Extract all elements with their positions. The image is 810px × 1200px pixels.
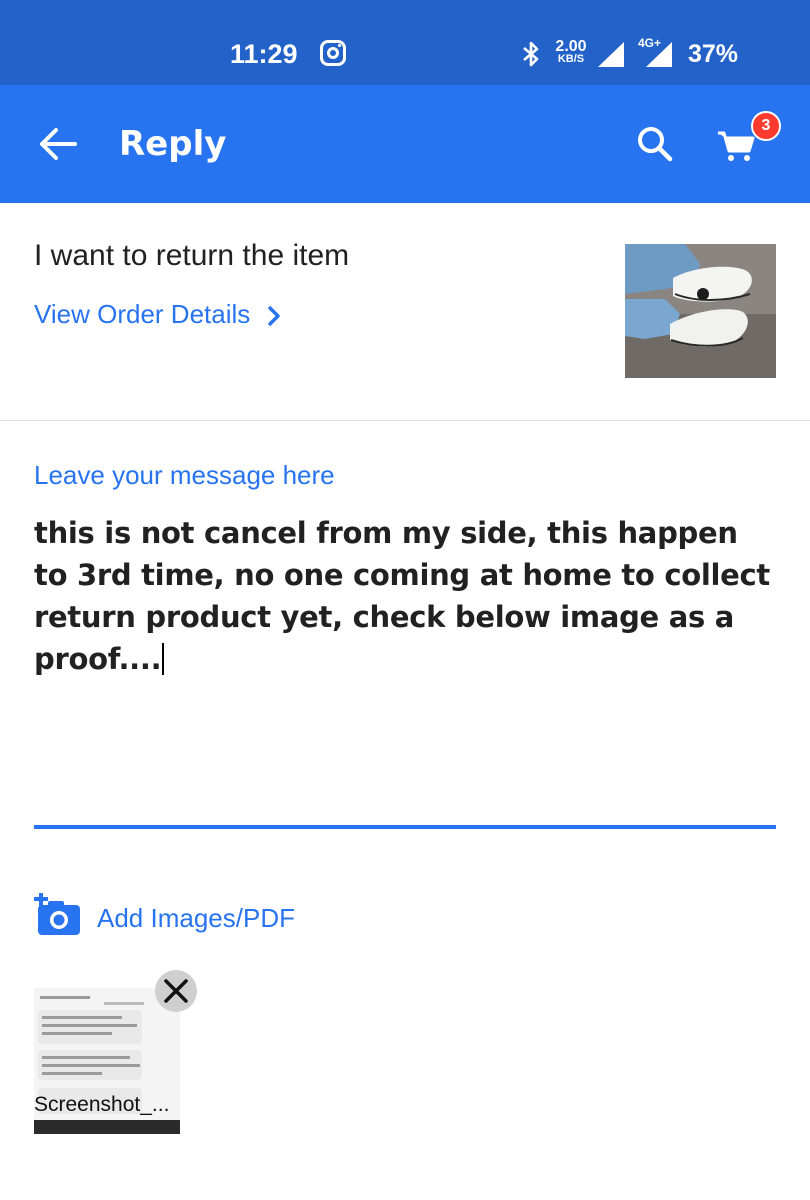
signal-icon: [598, 42, 624, 67]
thumbnail-detail: [42, 1032, 112, 1035]
thumbnail-detail: [42, 1056, 130, 1059]
add-photo-icon: [34, 893, 80, 935]
search-icon[interactable]: [636, 125, 674, 163]
remove-attachment-button[interactable]: [155, 970, 197, 1012]
order-issue-title: I want to return the item: [34, 239, 350, 272]
page-title: Reply: [119, 124, 227, 164]
message-field-label: Leave your message here: [34, 460, 335, 490]
message-input-underline: [34, 825, 776, 829]
chevron-right-icon: [267, 305, 280, 327]
thumbnail-detail: [40, 996, 90, 999]
attachment-filename: Screenshot_...: [34, 1093, 170, 1116]
thumbnail-detail: [104, 1002, 144, 1005]
instagram-icon: [320, 40, 346, 66]
order-summary: I want to return the item View Order Det…: [0, 203, 810, 421]
network-speed: 2.00 KB/S: [551, 38, 591, 66]
message-text: this is not cancel from my side, this ha…: [34, 516, 770, 676]
bluetooth-icon: [523, 41, 539, 67]
battery-level: 37%: [688, 40, 739, 68]
status-bar: 11:29 2.00 KB/S 4G+ 37%: [0, 0, 810, 85]
text-cursor: [162, 643, 165, 675]
thumbnail-nav-bar: [34, 1120, 180, 1134]
thumbnail-detail: [42, 1072, 102, 1075]
view-order-details-link[interactable]: View Order Details: [34, 298, 250, 330]
thumbnail-detail: [42, 1024, 137, 1027]
back-arrow-icon[interactable]: [38, 127, 78, 161]
message-input[interactable]: this is not cancel from my side, this ha…: [34, 512, 774, 680]
status-time: 11:29: [230, 39, 298, 69]
app-bar: Reply 3: [0, 85, 810, 203]
cart-count-badge: 3: [751, 111, 781, 141]
add-images-label: Add Images/PDF: [97, 903, 295, 933]
network-speed-value: 2.00: [555, 38, 587, 55]
attachment-thumbnail[interactable]: Screenshot_...: [34, 988, 180, 1134]
thumbnail-detail: [42, 1064, 140, 1067]
product-image: [625, 244, 776, 378]
close-icon: [164, 979, 188, 1003]
signal-icon: [646, 42, 672, 67]
cart-icon[interactable]: [716, 129, 756, 163]
thumbnail-detail: [42, 1016, 122, 1019]
